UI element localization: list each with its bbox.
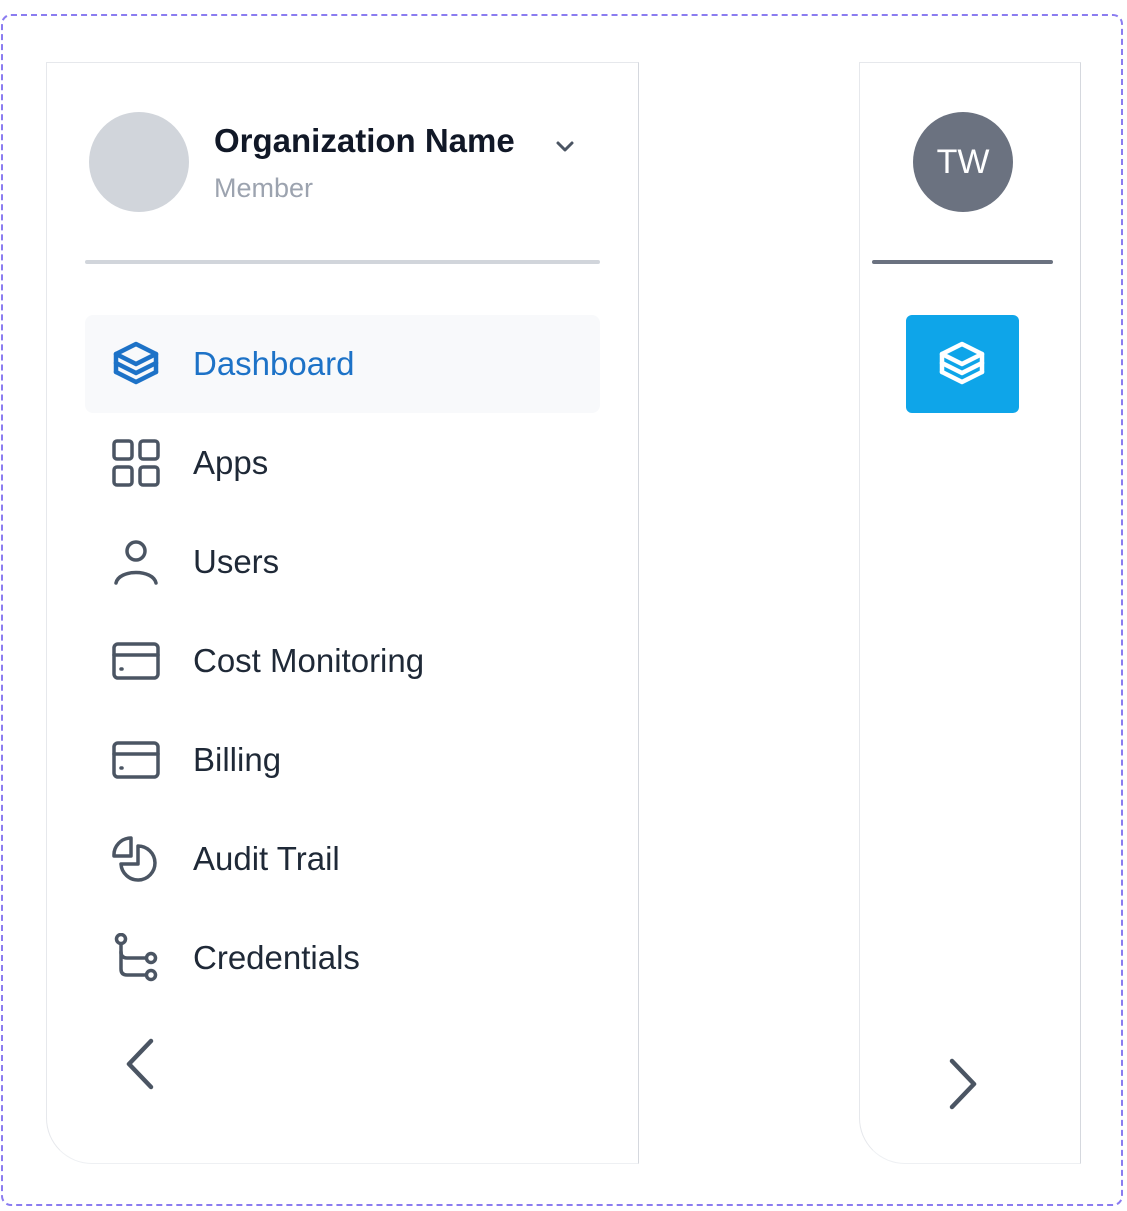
nav-item-audit-trail[interactable]: Audit Trail [85, 810, 600, 908]
org-switcher[interactable]: Organization Name Member [89, 112, 589, 212]
org-name: Organization Name [214, 122, 515, 159]
nav-label-dashboard: Dashboard [193, 345, 355, 382]
user-icon [114, 540, 158, 585]
nav-item-users[interactable]: Users [85, 513, 600, 611]
nav-label-apps: Apps [193, 444, 269, 481]
credit-card-icon [112, 741, 160, 779]
expanded-sidebar: Organization Name Member Dashboard Apps … [46, 62, 639, 1164]
nav-item-billing[interactable]: Billing [85, 711, 600, 809]
credit-card-icon [112, 642, 160, 680]
chevron-down-icon[interactable] [553, 134, 577, 158]
divider [872, 260, 1053, 264]
nav-label-cost-monitoring: Cost Monitoring [193, 642, 425, 679]
stack-layers-icon [939, 341, 985, 385]
nav-item-cost-monitoring[interactable]: Cost Monitoring [85, 612, 600, 710]
collapsed-sidebar: TW [859, 62, 1081, 1164]
nav-label-users: Users [193, 543, 280, 580]
org-role: Member [214, 173, 314, 203]
grid-icon [112, 439, 160, 487]
nav-item-dashboard-collapsed[interactable] [906, 315, 1019, 413]
stack-layers-icon [113, 341, 159, 385]
nav-item-dashboard[interactable]: Dashboard [85, 315, 600, 413]
git-branch-icon [114, 933, 158, 982]
chevron-right-icon[interactable] [944, 1055, 984, 1113]
nav-label-billing: Billing [193, 741, 282, 778]
org-avatar [89, 112, 189, 212]
pie-chart-icon [112, 836, 157, 882]
nav-item-apps[interactable]: Apps [85, 414, 600, 512]
nav-list: Dashboard Apps Users Cost Monitoring Bil… [85, 315, 600, 1008]
nav-label-credentials: Credentials [193, 939, 360, 976]
user-avatar[interactable]: TW [913, 112, 1013, 212]
nav-label-audit-trail: Audit Trail [193, 840, 340, 877]
divider [85, 260, 600, 264]
nav-item-credentials[interactable]: Credentials [85, 909, 600, 1007]
chevron-left-icon[interactable] [119, 1035, 159, 1093]
